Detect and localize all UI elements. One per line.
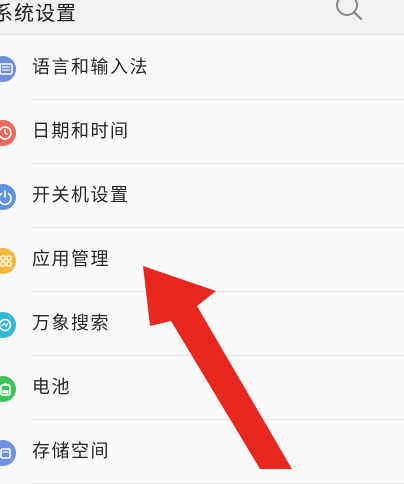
search-icon[interactable] bbox=[334, 0, 364, 22]
settings-item-label: 开关机设置 bbox=[32, 185, 130, 206]
apps-icon bbox=[0, 248, 16, 274]
search-icon bbox=[0, 312, 16, 338]
settings-item-power-schedule[interactable]: 开关机设置 bbox=[0, 164, 404, 228]
keyboard-icon bbox=[0, 56, 16, 82]
settings-item-date-time[interactable]: 日期和时间 bbox=[0, 100, 404, 164]
settings-item-label: 日期和时间 bbox=[32, 121, 130, 142]
settings-item-storage[interactable]: 存储空间 bbox=[0, 420, 404, 484]
settings-item-universal-search[interactable]: 万象搜索 bbox=[0, 292, 404, 356]
settings-item-label: 应用管理 bbox=[32, 249, 110, 270]
settings-item-label: 存储空间 bbox=[32, 441, 110, 462]
battery-icon bbox=[0, 376, 16, 402]
settings-item-language-input[interactable]: 语言和输入法 bbox=[0, 36, 404, 100]
storage-icon bbox=[0, 440, 16, 466]
settings-item-label: 语言和输入法 bbox=[32, 57, 149, 78]
page-title: 系统设置 bbox=[0, 1, 77, 25]
settings-item-battery[interactable]: 电池 bbox=[0, 356, 404, 420]
settings-item-label: 电池 bbox=[32, 377, 71, 398]
app-header: 系统设置 bbox=[0, 0, 404, 35]
power-icon bbox=[0, 184, 16, 210]
clock-icon bbox=[0, 120, 16, 146]
settings-item-label: 万象搜索 bbox=[32, 313, 110, 334]
settings-item-app-management[interactable]: 应用管理 bbox=[0, 228, 404, 292]
